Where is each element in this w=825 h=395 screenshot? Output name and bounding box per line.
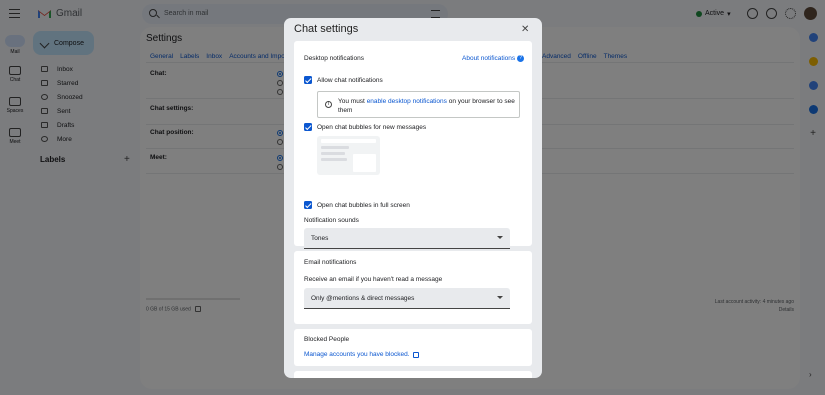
preview-line xyxy=(321,146,349,149)
notification-sounds-value: Tones xyxy=(311,235,329,242)
info-icon: i xyxy=(325,101,332,108)
receive-email-label: Receive an email if you haven't read a m… xyxy=(304,276,443,283)
blocked-people-title: Blocked People xyxy=(304,336,350,343)
notification-info-box: i You must enable desktop notifications … xyxy=(317,91,520,118)
manage-blocked-label: Manage accounts you have blocked. xyxy=(304,351,410,358)
next-section-card xyxy=(294,371,532,378)
email-notifications-title: Email notifications xyxy=(304,259,357,266)
external-link-icon xyxy=(412,351,419,358)
about-notifications-label: About notifications xyxy=(462,55,516,62)
preview-bubble xyxy=(353,154,376,172)
chat-settings-dialog: Chat settings ✕ Desktop notifications Ab… xyxy=(284,18,542,378)
notification-sounds-label: Notification sounds xyxy=(304,217,359,224)
bubbles-full-screen-label: Open chat bubbles in full screen xyxy=(317,202,410,209)
desktop-notifications-card: Desktop notifications About notification… xyxy=(294,41,532,249)
notification-sounds-select[interactable]: Tones xyxy=(304,228,510,249)
close-icon[interactable]: ✕ xyxy=(521,24,529,35)
email-notifications-card: Email notifications Receive an email if … xyxy=(294,251,532,324)
dropdown-arrow-icon xyxy=(497,296,503,299)
allow-notifications-label: Allow chat notifications xyxy=(317,77,383,84)
email-notifications-select[interactable]: Only @mentions & direct messages xyxy=(304,288,510,309)
preview-line xyxy=(321,152,345,155)
desktop-notifications-title: Desktop notifications xyxy=(304,55,364,62)
info-text: You must enable desktop notifications on… xyxy=(338,97,518,115)
bubbles-new-messages-label: Open chat bubbles for new messages xyxy=(317,124,427,131)
help-icon: ? xyxy=(517,55,525,62)
enable-notifications-link[interactable]: enable desktop notifications xyxy=(367,98,447,105)
manage-blocked-link[interactable]: Manage accounts you have blocked. xyxy=(304,351,419,358)
bubbles-full-screen-checkbox[interactable] xyxy=(304,201,312,209)
preview-line xyxy=(321,158,347,161)
info-prefix: You must xyxy=(338,98,365,105)
email-notifications-value: Only @mentions & direct messages xyxy=(311,295,415,302)
allow-notifications-checkbox[interactable] xyxy=(304,76,312,84)
dropdown-arrow-icon xyxy=(497,236,503,239)
bubbles-new-messages-checkbox[interactable] xyxy=(304,123,312,131)
dialog-title: Chat settings xyxy=(294,23,359,35)
bubble-preview-image xyxy=(317,136,380,175)
about-notifications-link[interactable]: About notifications ? xyxy=(462,55,525,62)
preview-header xyxy=(321,139,376,143)
blocked-people-card: Blocked People Manage accounts you have … xyxy=(294,329,532,366)
